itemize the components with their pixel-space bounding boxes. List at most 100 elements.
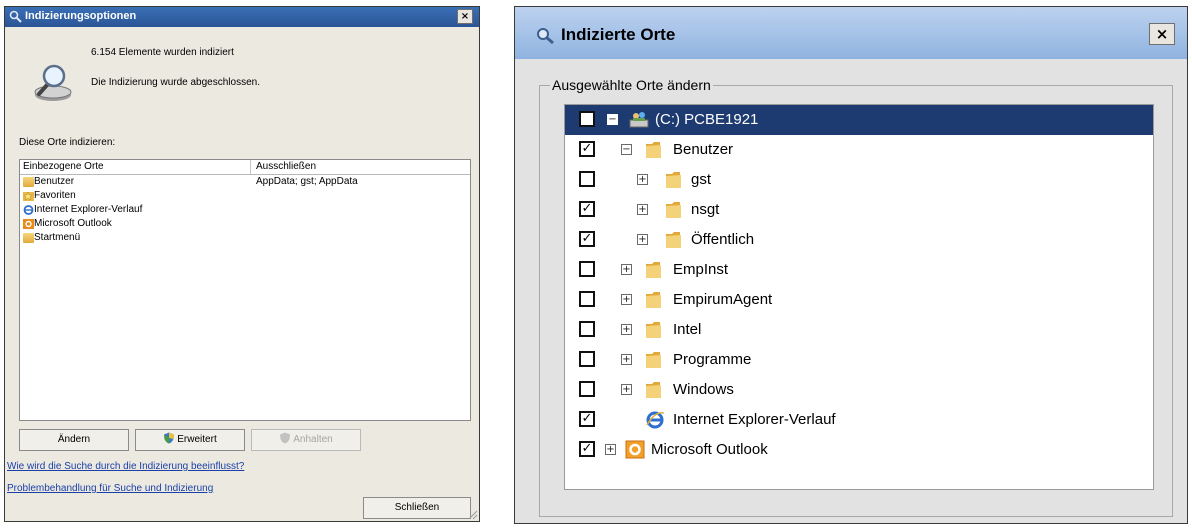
troubleshoot-link[interactable]: Problembehandlung für Suche und Indizier… (7, 483, 213, 494)
tree-item[interactable]: ✓ − Benutzer (565, 135, 1153, 165)
list-item-name: Benutzer (34, 176, 75, 187)
tree-item[interactable]: + Intel (565, 315, 1153, 345)
folder-icon (646, 292, 661, 308)
expand-icon[interactable]: + (637, 234, 648, 245)
unchecked-checkbox[interactable] (579, 111, 595, 127)
list-item-name: Microsoft Outlook (34, 218, 112, 229)
advanced-button-label: Erweitert (177, 434, 217, 445)
unchecked-checkbox[interactable] (579, 261, 595, 277)
unchecked-checkbox[interactable] (579, 321, 595, 337)
tree-item[interactable]: ✓ + nsgt (565, 195, 1153, 225)
left-close-icon[interactable]: × (457, 9, 473, 24)
group-label: Ausgewählte Orte ändern (550, 77, 713, 93)
drive-icon (629, 112, 649, 128)
checked-checkbox[interactable]: ✓ (579, 141, 595, 157)
list-item-exclude: AppData; gst; AppData (256, 176, 358, 187)
indexing-options-dialog: Indizierungsoptionen × 6.154 Elemente wu… (4, 6, 480, 522)
tree-item-label: nsgt (691, 201, 720, 218)
tree-item[interactable]: − (C:) PCBE1921 (565, 105, 1153, 135)
right-titlebar: Indizierte Orte × (515, 7, 1187, 59)
left-dialog-title: Indizierungsoptionen (25, 10, 137, 22)
folder-icon (666, 172, 681, 188)
tree-item-label: (C:) PCBE1921 (655, 111, 759, 128)
resize-grip-icon[interactable] (466, 508, 478, 520)
locations-list[interactable]: Einbezogene Orte Ausschließen Benutzer A… (19, 159, 471, 421)
indexing-icon (9, 10, 22, 23)
tree-item[interactable]: + Programme (565, 345, 1153, 375)
indexing-icon (537, 28, 554, 45)
index-locations-label: Diese Orte indizieren: (19, 137, 116, 148)
expand-icon[interactable]: + (637, 204, 648, 215)
ie-icon (646, 411, 665, 429)
magnifier-icon (34, 64, 72, 101)
tree-item[interactable]: ✓ + Öffentlich (565, 225, 1153, 255)
collapse-icon[interactable]: − (621, 144, 632, 155)
close-button[interactable]: Schließen (363, 497, 471, 519)
shield-icon (164, 432, 175, 444)
tree-item-label: gst (691, 171, 712, 188)
folder-icon (666, 202, 681, 218)
list-item[interactable]: Favoriten (20, 189, 470, 203)
indexing-status-text: Die Indizierung wurde abgeschlossen. (91, 77, 260, 88)
tree-item-label: Microsoft Outlook (651, 441, 768, 458)
expand-icon[interactable]: + (621, 324, 632, 335)
tree-item-label: Benutzer (673, 141, 734, 158)
list-item-name: Startmenü (34, 232, 81, 243)
tree-item-label: Intel (673, 321, 702, 338)
checked-checkbox[interactable]: ✓ (579, 411, 595, 427)
checked-checkbox[interactable]: ✓ (579, 231, 595, 247)
tree-item[interactable]: + Windows (565, 375, 1153, 405)
help-link[interactable]: Wie wird die Suche durch die Indizierung… (7, 461, 244, 472)
outlook-icon (23, 219, 34, 229)
tree-item[interactable]: + EmpInst (565, 255, 1153, 285)
expand-icon[interactable]: + (621, 294, 632, 305)
folder-icon (646, 142, 661, 158)
tree-item-label: EmpInst (673, 261, 729, 278)
advanced-button[interactable]: Erweitert (135, 429, 245, 451)
indexed-locations-dialog: Indizierte Orte × Ausgewählte Orte änder… (514, 6, 1188, 524)
pause-button-label: Anhalten (293, 434, 333, 445)
indexed-count-text: 6.154 Elemente wurden indiziert (91, 47, 234, 58)
tree-item[interactable]: ✓ Internet Explorer-Verlauf (565, 405, 1153, 435)
tree-item[interactable]: + EmpirumAgent (565, 285, 1153, 315)
right-close-icon[interactable]: × (1149, 23, 1175, 45)
list-header: Einbezogene Orte Ausschließen (20, 160, 470, 175)
unchecked-checkbox[interactable] (579, 351, 595, 367)
favorites-folder-icon (23, 191, 34, 201)
collapse-icon[interactable]: − (607, 114, 618, 125)
column-header-excluded[interactable]: Ausschließen (256, 161, 316, 172)
tree-item[interactable]: + gst (565, 165, 1153, 195)
list-item[interactable]: Microsoft Outlook (20, 217, 470, 231)
column-header-included[interactable]: Einbezogene Orte (23, 161, 104, 172)
list-item[interactable]: Startmenü (20, 231, 470, 245)
checked-checkbox[interactable]: ✓ (579, 201, 595, 217)
tree-item-label: EmpirumAgent (673, 291, 773, 308)
unchecked-checkbox[interactable] (579, 381, 595, 397)
tree-item[interactable]: ✓ + Microsoft Outlook (565, 435, 1153, 465)
expand-icon[interactable]: + (621, 354, 632, 365)
folder-icon (666, 232, 681, 248)
expand-icon[interactable]: + (621, 384, 632, 395)
folder-icon (23, 177, 34, 187)
right-dialog-title: Indizierte Orte (561, 25, 676, 44)
locations-tree[interactable]: − (C:) PCBE1921 ✓ − Benutzer + gst ✓ + nsgt ✓ + Öffe… (564, 104, 1154, 490)
tree-item-label: Programme (673, 351, 752, 368)
expand-icon[interactable]: + (621, 264, 632, 275)
expand-icon[interactable]: + (605, 444, 616, 455)
unchecked-checkbox[interactable] (579, 291, 595, 307)
column-separator[interactable] (250, 160, 251, 174)
folder-icon (646, 382, 661, 398)
unchecked-checkbox[interactable] (579, 171, 595, 187)
checked-checkbox[interactable]: ✓ (579, 441, 595, 457)
list-item[interactable]: Internet Explorer-Verlauf (20, 203, 470, 217)
folder-icon (646, 262, 661, 278)
outlook-icon (625, 440, 645, 459)
left-titlebar: Indizierungsoptionen × (5, 7, 479, 27)
pause-button: Anhalten (251, 429, 361, 451)
folder-icon (646, 322, 661, 338)
shield-icon (280, 432, 291, 444)
change-button[interactable]: Ändern (19, 429, 129, 451)
list-item[interactable]: Benutzer AppData; gst; AppData (20, 175, 470, 189)
expand-icon[interactable]: + (637, 174, 648, 185)
tree-item-label: Internet Explorer-Verlauf (673, 411, 836, 428)
